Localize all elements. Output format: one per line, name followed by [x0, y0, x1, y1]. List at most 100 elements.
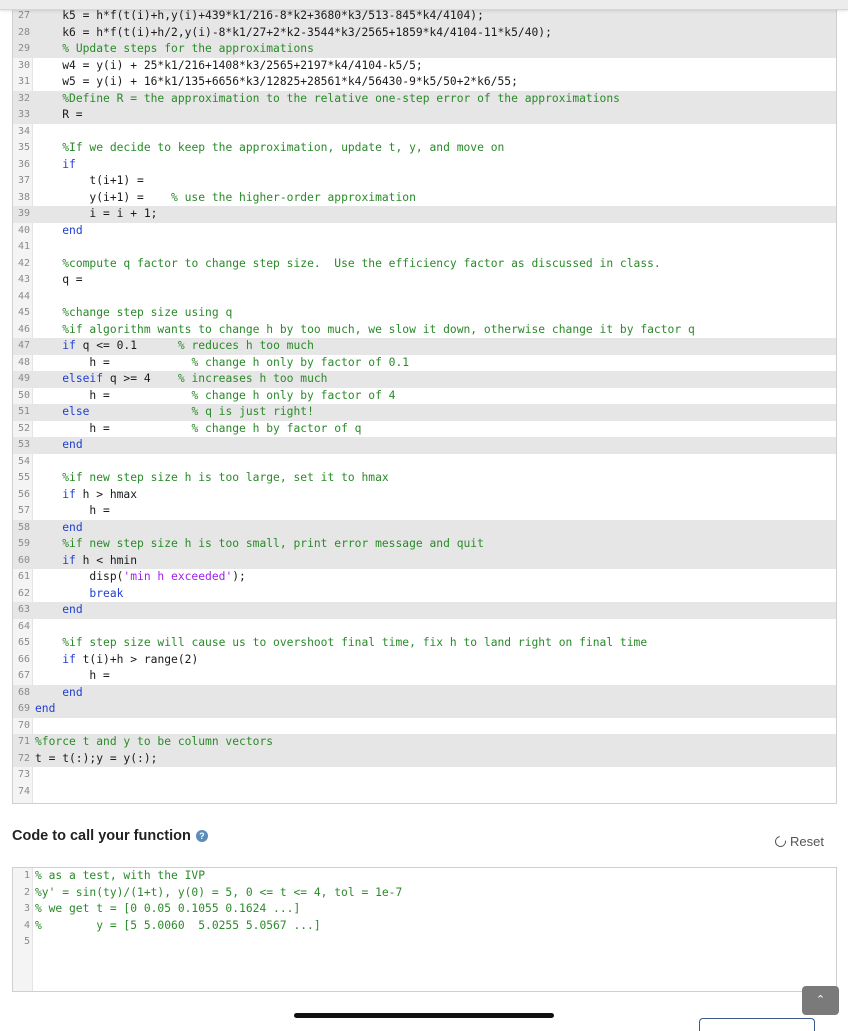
call-code-editor[interactable]: 1 % as a test, with the IVP 2 %y' = sin(ty)…	[12, 867, 837, 992]
code-line[interactable]: 29 % Update steps for the approximations	[13, 41, 836, 58]
code-text: %force t and y to be column vectors	[35, 734, 836, 751]
code-line[interactable]: 58 end	[13, 519, 836, 536]
keyword-token: end	[62, 223, 83, 237]
code-text: t = t(:);y = y(:);	[35, 751, 836, 768]
code-text: q =	[35, 272, 836, 289]
line-number: 41	[17, 241, 30, 252]
code-line[interactable]: 70	[13, 718, 836, 735]
code-line[interactable]: 71 %force t and y to be column vectors	[13, 734, 836, 751]
code-line[interactable]: 57 h =	[13, 503, 836, 520]
code-line[interactable]: 67 h =	[13, 668, 836, 685]
code-token: y(i+1) =	[35, 190, 172, 204]
line-number: 46	[17, 323, 30, 335]
comment-token: %if algorithm wants to change h by too m…	[62, 322, 695, 336]
code-line[interactable]: 61 disp('min h exceeded');	[13, 569, 836, 586]
code-line[interactable]: 62 break	[13, 586, 836, 603]
code-line[interactable]: 31 w5 = y(i) + 16*k1/135+6656*k3/12825+2…	[13, 74, 836, 91]
code-line[interactable]: 45 %change step size using q	[13, 305, 836, 322]
code-line[interactable]: 37 t(i+1) =	[13, 173, 836, 190]
code-line[interactable]: 65 %if step size will cause us to oversh…	[13, 635, 836, 652]
code-line[interactable]: 43 q =	[13, 272, 836, 289]
code-line[interactable]: 1 % as a test, with the IVP	[13, 868, 836, 885]
code-line[interactable]: 33 R =	[13, 107, 836, 124]
code-line[interactable]: 64	[13, 619, 836, 636]
code-line[interactable]: 5	[13, 934, 836, 951]
code-token: w4 = y(i) + 25*k1/216+1408*k3/2565+2197*…	[35, 58, 423, 72]
code-token: h =	[35, 388, 192, 402]
code-token: h > hmax	[75, 487, 138, 501]
line-number: 40	[17, 224, 30, 236]
code-line[interactable]: 4 % y = [5 5.0060 5.0255 5.0567 ...]	[13, 918, 836, 935]
code-line[interactable]: 41	[13, 239, 836, 256]
code-text: if t(i)+h > range(2)	[35, 652, 836, 669]
code-line[interactable]: 68 end	[13, 684, 836, 701]
code-line[interactable]: 40 end	[13, 223, 836, 240]
line-number: 61	[17, 571, 30, 582]
code-line[interactable]: 53 end	[13, 437, 836, 454]
code-line[interactable]: 46 %if algorithm wants to change h by to…	[13, 322, 836, 339]
reset-button[interactable]: Reset	[772, 833, 824, 850]
code-line[interactable]: 59 %if new step size h is too small, pri…	[13, 536, 836, 553]
line-number: 36	[17, 158, 30, 170]
code-lines: 1 % as a test, with the IVP 2 %y' = sin(ty)…	[13, 868, 836, 951]
comment-token: % as a test, with the IVP	[35, 869, 206, 882]
code-text: % y = [5 5.0060 5.0255 5.0567 ...]	[35, 918, 836, 935]
code-line[interactable]: 73	[13, 767, 836, 784]
comment-token: % Update steps for the approximations	[62, 42, 314, 55]
refresh-icon	[772, 833, 789, 850]
comment-token: %compute q factor to change step size. U…	[62, 256, 661, 270]
function-code-editor[interactable]: 27 k5 = h*f(t(i)+h,y(i)+439*k1/216-8*k2+…	[12, 7, 837, 804]
code-text: i = i + 1;	[35, 206, 836, 223]
keyword-token: if	[62, 487, 76, 501]
line-number: 4	[23, 919, 30, 931]
code-line[interactable]: 63 end	[13, 602, 836, 619]
code-token: t = t(:);y = y(:);	[35, 751, 158, 765]
code-text: h = % change h only by factor of 0.1	[35, 355, 836, 372]
question-circle-icon[interactable]: ?	[195, 830, 208, 842]
code-line[interactable]: 35 %If we decide to keep the approximati…	[13, 140, 836, 157]
code-line[interactable]: 32 %Define R = the approximation to the …	[13, 90, 836, 107]
code-line[interactable]: 50 h = % change h only by factor of 4	[13, 388, 836, 405]
line-number: 45	[17, 307, 30, 318]
code-line[interactable]: 49 elseif q >= 4 % increases h too much	[13, 371, 836, 388]
code-text: %if step size will cause us to overshoot…	[35, 635, 836, 652]
code-line[interactable]: 39 i = i + 1;	[13, 206, 836, 223]
code-line[interactable]: 2 %y' = sin(ty)/(1+t), y(0) = 5, 0 <= t <…	[13, 885, 836, 902]
scroll-to-top-button[interactable]: ⌃	[802, 986, 839, 1015]
code-line[interactable]: 60 if h < hmin	[13, 552, 836, 569]
keyword-token: if	[62, 339, 76, 352]
code-line[interactable]: 74	[13, 784, 836, 801]
comment-token: %y' = sin(ty)/(1+t), y(0) = 5, 0 <= t <=…	[35, 885, 403, 899]
code-line[interactable]: 3 % we get t = [0 0.05 0.1055 0.1624 ...]	[13, 901, 836, 918]
keyword-token: if	[62, 157, 76, 171]
code-line[interactable]: 52 h = % change h by factor of q	[13, 421, 836, 438]
code-line[interactable]: 48 h = % change h only by factor of 0.1	[13, 355, 836, 372]
submit-button[interactable]	[699, 1018, 815, 1031]
code-line[interactable]: 30 w4 = y(i) + 25*k1/216+1408*k3/2565+21…	[13, 58, 836, 75]
code-line[interactable]: 54	[13, 454, 836, 471]
code-line[interactable]: 47 if q <= 0.1 % reduces h too much	[13, 338, 836, 355]
string-token: 'min h exceeded'	[123, 570, 233, 583]
comment-token: % reduces h too much	[177, 339, 314, 352]
code-line[interactable]: 44	[13, 289, 836, 306]
code-line[interactable]: 55 %if new step size h is too large, set…	[13, 470, 836, 487]
code-line[interactable]: 42 %compute q factor to change step size…	[13, 256, 836, 273]
code-line[interactable]: 28 k6 = h*f(t(i)+h/2,y(i)-8*k1/27+2*k2-3…	[13, 24, 836, 41]
code-line[interactable]: 27 k5 = h*f(t(i)+h,y(i)+439*k1/216-8*k2+…	[13, 8, 836, 25]
code-line[interactable]: 51 else % q is just right!	[13, 404, 836, 421]
code-line[interactable]: 72 t = t(:);y = y(:);	[13, 750, 836, 768]
line-number: 27	[13, 8, 30, 25]
code-line[interactable]: 69 end	[13, 701, 836, 718]
code-line[interactable]: 38 y(i+1) = % use the higher-order appro…	[13, 190, 836, 207]
section-title: Code to call your function?	[12, 828, 208, 844]
line-number: 34	[17, 125, 30, 137]
line-number: 72	[13, 750, 30, 767]
code-line[interactable]: 56 if h > hmax	[13, 487, 836, 504]
home-indicator	[294, 1013, 554, 1018]
code-line[interactable]: 34	[13, 124, 836, 141]
code-line[interactable]: 36 if	[13, 157, 836, 174]
code-line[interactable]: 66 if t(i)+h > range(2)	[13, 652, 836, 669]
